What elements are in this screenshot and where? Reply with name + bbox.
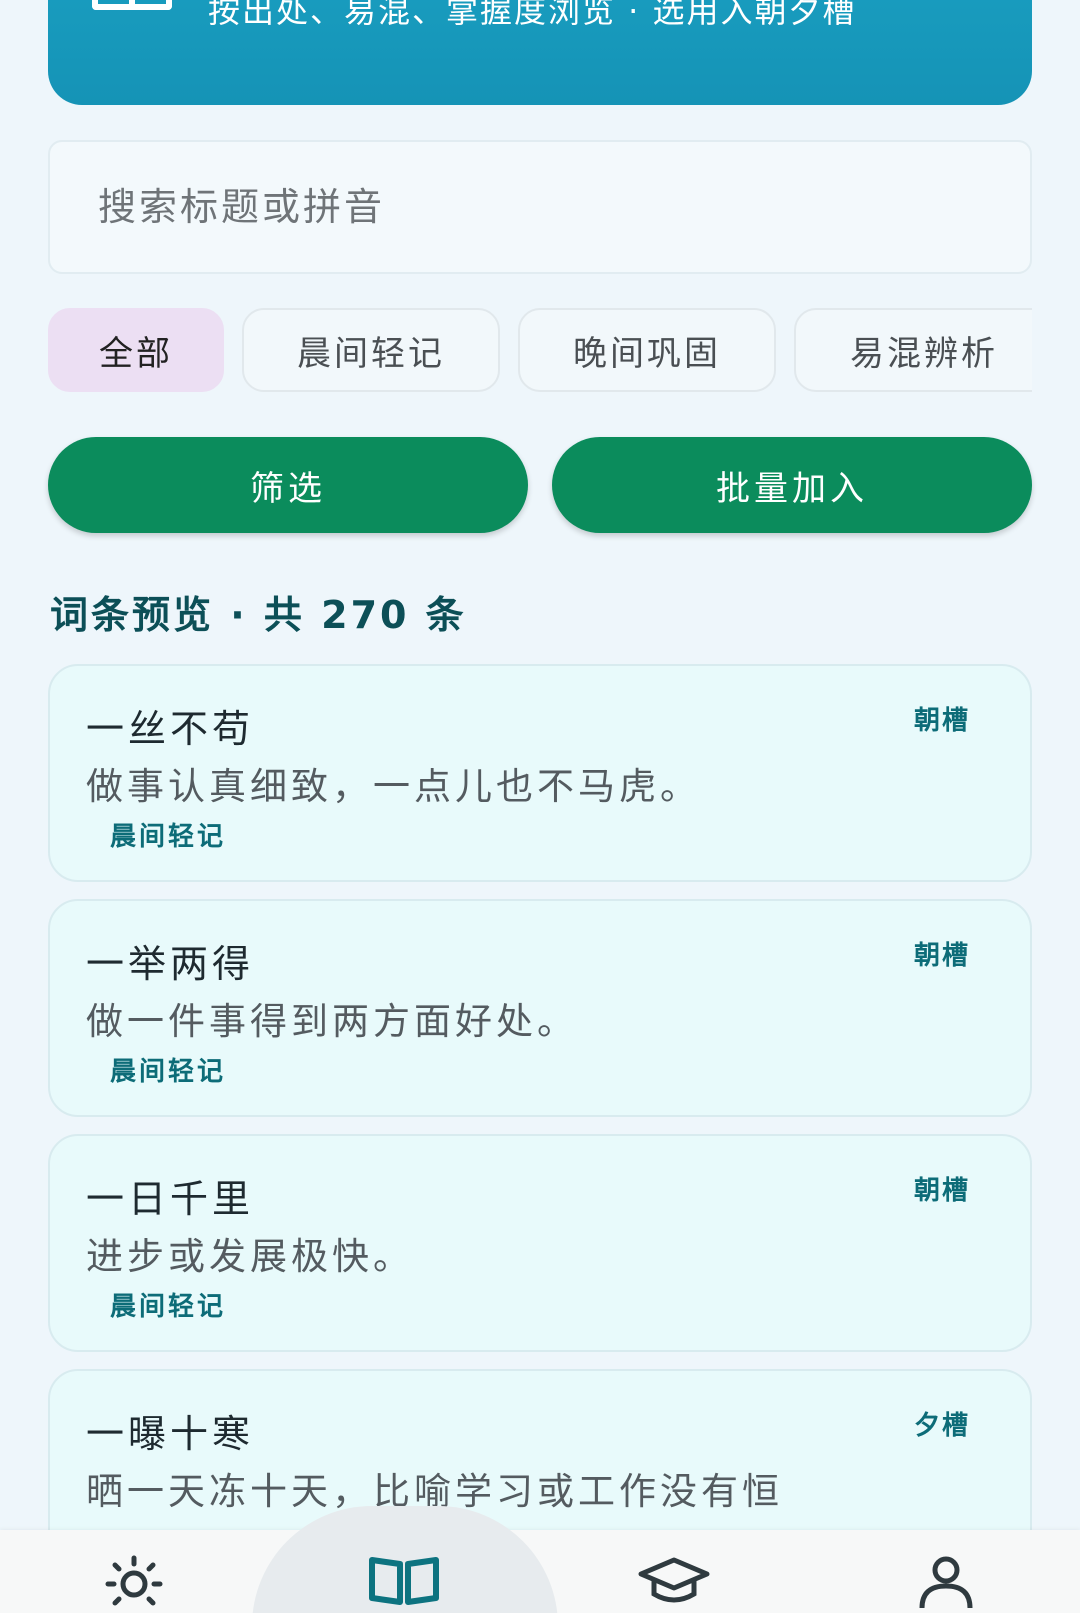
- entry-description: 做一件事得到两方面好处。: [86, 1000, 578, 1043]
- chip-confusable[interactable]: 易混辨析: [794, 308, 1032, 392]
- entry-title: 一曝十寒: [86, 1412, 255, 1456]
- filter-button[interactable]: 筛选: [48, 437, 528, 533]
- page: 按出处、易混、掌握度浏览 · 选用入朝夕槽 全部 晨间轻记 晚间巩固 易混辨析 …: [0, 0, 1080, 1613]
- nav-study[interactable]: [634, 1554, 714, 1613]
- filter-chips: 全部 晨间轻记 晚间巩固 易混辨析: [48, 308, 1032, 394]
- entry-title: 一丝不苟: [86, 707, 255, 751]
- banner-subtitle: 按出处、易混、掌握度浏览 · 选用入朝夕槽: [208, 0, 857, 30]
- entry-tag: 晨间轻记: [110, 1292, 227, 1322]
- entry-card[interactable]: 一丝不苟 朝槽 做事认真细致，一点儿也不马虎。 晨间轻记: [48, 664, 1032, 882]
- entry-slot: 朝槽: [913, 1176, 970, 1206]
- entry-card[interactable]: 一举两得 朝槽 做一件事得到两方面好处。 晨间轻记: [48, 899, 1032, 1117]
- entry-slot: 朝槽: [913, 706, 970, 736]
- entry-card[interactable]: 一日千里 朝槽 进步或发展极快。 晨间轻记: [48, 1134, 1032, 1352]
- search-box[interactable]: [48, 140, 1032, 274]
- chip-evening[interactable]: 晚间巩固: [518, 308, 776, 392]
- nav-library[interactable]: [364, 1554, 444, 1613]
- chip-all[interactable]: 全部: [48, 308, 224, 392]
- search-input[interactable]: [50, 142, 1030, 272]
- entry-title: 一举两得: [86, 942, 255, 986]
- entry-description: 做事认真细致，一点儿也不马虎。: [86, 765, 701, 808]
- book-icon: [369, 1557, 439, 1605]
- entry-description: 进步或发展极快。: [86, 1235, 414, 1278]
- batch-add-button[interactable]: 批量加入: [552, 437, 1032, 533]
- section-title: 词条预览 · 共 270 条: [50, 593, 467, 637]
- entry-title: 一日千里: [86, 1177, 255, 1221]
- graduation-cap-icon: [638, 1557, 710, 1603]
- entry-tag: 晨间轻记: [110, 822, 227, 852]
- book-open-icon: [92, 0, 172, 10]
- header-banner: 按出处、易混、掌握度浏览 · 选用入朝夕槽: [48, 0, 1032, 105]
- nav-home[interactable]: [94, 1554, 174, 1613]
- entry-slot: 夕槽: [913, 1411, 970, 1441]
- sun-icon: [105, 1555, 163, 1606]
- nav-profile[interactable]: [906, 1554, 986, 1613]
- user-icon: [919, 1556, 973, 1609]
- entry-tag: 晨间轻记: [110, 1057, 227, 1087]
- entry-slot: 朝槽: [913, 941, 970, 971]
- chip-morning[interactable]: 晨间轻记: [242, 308, 500, 392]
